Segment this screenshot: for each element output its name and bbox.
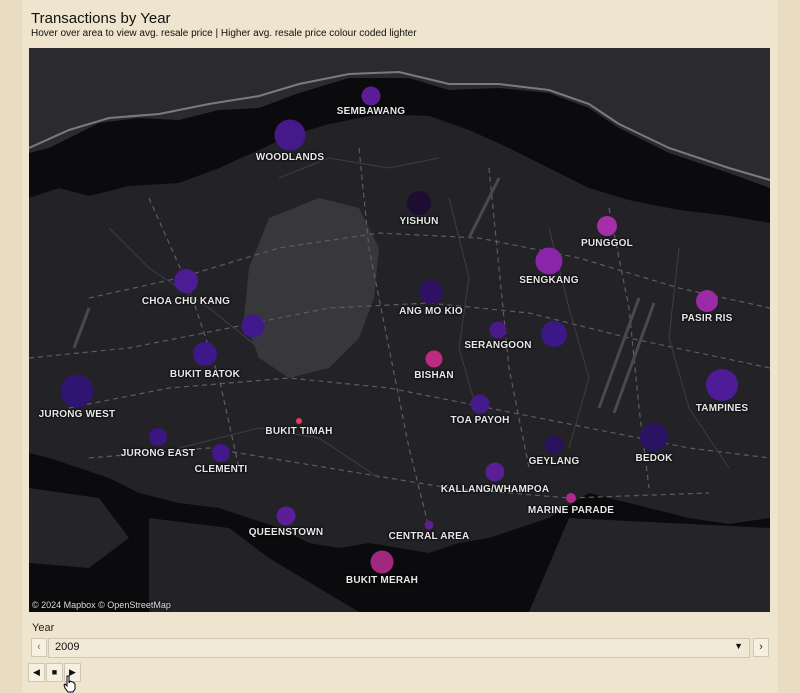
area-marker[interactable] <box>274 119 306 151</box>
area-label: PASIR RIS <box>681 313 733 324</box>
area-label: SEMBAWANG <box>336 106 406 117</box>
area-marker[interactable] <box>597 216 617 236</box>
area-label: MARINE PARADE <box>527 505 615 516</box>
prev-year-button[interactable]: ‹ <box>31 638 47 657</box>
area-marker[interactable] <box>296 418 302 424</box>
area-marker[interactable] <box>212 444 230 462</box>
caret-down-icon: ▼ <box>734 641 743 651</box>
page-subtitle: Hover over area to view avg. resale pric… <box>31 28 417 39</box>
southern-land <box>529 518 770 612</box>
area-marker[interactable] <box>640 423 668 451</box>
area-marker[interactable] <box>407 191 431 215</box>
area-marker[interactable] <box>485 462 505 482</box>
area-label: CLEMENTI <box>194 464 248 475</box>
area-label: TAMPINES <box>695 403 749 414</box>
area-marker[interactable] <box>535 247 563 275</box>
area-marker[interactable] <box>60 374 94 408</box>
area-marker[interactable] <box>193 342 217 366</box>
area-marker[interactable] <box>544 435 564 455</box>
year-select[interactable]: 2009 ▼ <box>48 638 750 658</box>
area-marker[interactable] <box>706 369 738 401</box>
page-title: Transactions by Year <box>31 10 171 27</box>
stop-icon: ■ <box>51 667 58 677</box>
area-label: BUKIT BATOK <box>169 369 241 380</box>
area-label: BUKIT TIMAH <box>265 426 333 437</box>
area-marker[interactable] <box>489 321 507 339</box>
area-marker[interactable] <box>370 550 394 574</box>
area-marker[interactable] <box>149 428 167 446</box>
area-marker[interactable] <box>425 350 443 368</box>
hand-cursor-icon <box>63 675 76 693</box>
area-label: KALLANG/WHAMPOA <box>440 484 550 495</box>
step-back-button[interactable]: ◀ <box>28 663 45 682</box>
area-label: SERANGOON <box>464 340 532 351</box>
area-label: QUEENSTOWN <box>248 527 324 538</box>
area-marker[interactable] <box>696 290 718 312</box>
stop-button[interactable]: ■ <box>46 663 63 682</box>
area-label: YISHUN <box>399 216 439 227</box>
area-marker[interactable] <box>361 86 381 106</box>
chevron-left-icon: ‹ <box>37 641 41 653</box>
area-label: PUNGGOL <box>581 238 633 249</box>
area-marker[interactable] <box>470 394 490 414</box>
area-marker[interactable] <box>419 280 443 304</box>
area-marker[interactable] <box>174 269 198 293</box>
area-label: SENGKANG <box>519 275 579 286</box>
area-label: WOODLANDS <box>255 152 325 163</box>
next-year-button[interactable]: › <box>753 638 769 657</box>
area-marker[interactable] <box>566 493 576 503</box>
year-select-value: 2009 <box>55 641 80 653</box>
tuas-land <box>29 488 129 568</box>
area-label: GEYLANG <box>528 456 580 467</box>
basemap <box>29 48 770 612</box>
area-marker[interactable] <box>276 506 296 526</box>
area-marker[interactable] <box>541 321 567 347</box>
chevron-right-icon: › <box>759 641 763 653</box>
area-label: CENTRAL AREA <box>388 531 470 542</box>
area-label: BUKIT MERAH <box>345 575 419 586</box>
area-label: CHOA CHU KANG <box>141 296 231 307</box>
area-label: JURONG WEST <box>38 409 116 420</box>
year-label: Year <box>32 622 55 634</box>
map-view[interactable]: SEMBAWANG WOODLANDS YISHUN PUNGGOL SENGKANG C… <box>29 48 770 612</box>
area-label: ANG MO KIO <box>399 306 463 317</box>
area-label: TOA PAYOH <box>450 415 510 426</box>
area-marker[interactable] <box>424 520 434 530</box>
area-label: JURONG EAST <box>120 448 196 459</box>
area-label: BEDOK <box>635 453 673 464</box>
singapore-land <box>29 114 770 553</box>
area-marker[interactable] <box>241 314 265 338</box>
area-label: BISHAN <box>414 370 454 381</box>
step-back-icon: ◀ <box>33 667 40 677</box>
map-attribution: © 2024 Mapbox © OpenStreetMap <box>32 600 171 610</box>
